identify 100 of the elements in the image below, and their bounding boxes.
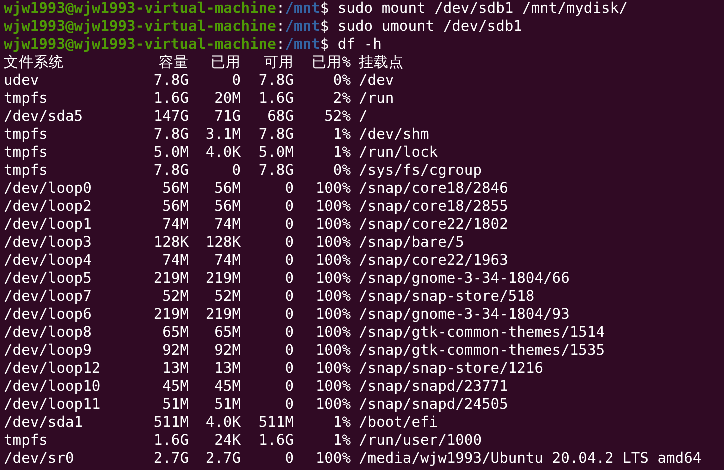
table-cell-text: 1% — [332, 126, 351, 144]
table-cell-text: 5.0M — [152, 144, 189, 162]
table-cell-text: 74M — [162, 216, 189, 234]
table-cell-text: 100% — [314, 378, 351, 396]
table-cell-text: 0 — [284, 216, 294, 234]
column-header: 可用 — [263, 54, 294, 72]
table-cell-text: 2.7G — [204, 450, 241, 468]
table-cell-text: 1.6G — [152, 90, 189, 108]
table-cell-text: /dev/loop10 — [4, 378, 102, 396]
table-cell-text: /snap/snap-store/1216 — [358, 360, 545, 378]
table-cell-text: 24K — [214, 432, 241, 450]
table-cell-text: /snap/gtk-common-themes/1535 — [358, 342, 606, 360]
table-cell-text: 100% — [314, 288, 351, 306]
table-cell-text: 74M — [162, 252, 189, 270]
column-header: 容量 — [158, 54, 189, 72]
table-cell-text: 0 — [231, 162, 241, 180]
table-cell-text: 1% — [332, 432, 351, 450]
table-cell-text: /snap/core22/1802 — [358, 216, 510, 234]
table-cell-text: /run/user/1000 — [358, 432, 484, 450]
table-cell-text: 65M — [214, 324, 241, 342]
table-cell-text: tmpfs — [4, 144, 49, 162]
table-cell-text: 13M — [162, 360, 189, 378]
table-cell-text: /dev/loop1 — [4, 216, 93, 234]
table-cell-text: /dev/loop9 — [4, 342, 93, 360]
table-cell-text: /sys/fs/cgroup — [358, 162, 484, 180]
table-cell-text: 0% — [332, 72, 351, 90]
table-cell-text: /snap/snap-store/518 — [358, 288, 536, 306]
table-cell-text: 4.0K — [204, 144, 241, 162]
table-cell-text: 100% — [314, 180, 351, 198]
command-line: wjw1993@wjw1993-virtual-machine:/mnt$ sudo umount /dev/sdb1 — [4, 18, 524, 36]
table-cell-text: 219M — [204, 306, 241, 324]
table-cell-text: tmpfs — [4, 432, 49, 450]
table-cell-text: 68G — [266, 108, 294, 126]
table-cell-text: 3.1M — [204, 126, 241, 144]
table-cell-text: /snap/gnome-3-34-1804/66 — [358, 270, 571, 288]
table-cell-text: 2% — [332, 90, 351, 108]
table-cell-text: 4.0K — [204, 414, 241, 432]
table-cell-text: 56M — [162, 198, 189, 216]
table-cell-text: 100% — [314, 396, 351, 414]
table-cell-text: 52M — [214, 288, 241, 306]
table-cell-text: /dev/loop0 — [4, 180, 93, 198]
table-cell-text: /dev/loop7 — [4, 288, 93, 306]
table-cell-text: 52M — [162, 288, 189, 306]
table-cell-text: 56M — [214, 180, 241, 198]
table-cell-text: /run/lock — [358, 144, 440, 162]
column-header: 已用 — [210, 54, 241, 72]
table-cell-text: 0 — [284, 180, 294, 198]
table-cell-text: 74M — [214, 216, 241, 234]
table-cell-text: /dev/loop11 — [4, 396, 102, 414]
table-cell-text: 71G — [214, 108, 241, 126]
column-header: 挂载点 — [358, 54, 405, 72]
table-cell-text: /dev/loop6 — [4, 306, 93, 324]
table-cell-text: 0 — [284, 270, 294, 288]
table-cell-text: 7.8G — [258, 162, 294, 180]
table-cell-text: 0 — [284, 360, 294, 378]
table-cell-text: /dev/loop3 — [4, 234, 93, 252]
table-cell-text: 219M — [152, 270, 189, 288]
table-cell-text: 92M — [214, 342, 241, 360]
table-cell-text: tmpfs — [4, 126, 49, 144]
table-cell-text: 128K — [204, 234, 241, 252]
table-cell-text: 65M — [162, 324, 189, 342]
table-cell-text: /dev/shm — [358, 126, 430, 144]
table-cell-text: 0 — [284, 288, 294, 306]
table-cell-text: /media/wjw1993/Ubuntu 20.04.2 LTS amd64 — [358, 450, 703, 468]
table-cell-text: 100% — [314, 324, 351, 342]
table-cell-text: 51M — [214, 396, 241, 414]
table-cell-text: 56M — [162, 180, 189, 198]
table-cell-text: 0 — [284, 234, 294, 252]
table-cell-text: 511M — [152, 414, 189, 432]
table-cell-text: 100% — [314, 234, 351, 252]
table-cell-text: /snap/bare/5 — [358, 234, 466, 252]
table-cell-text: /snap/gnome-3-34-1804/93 — [358, 306, 571, 324]
table-cell-text: 219M — [152, 306, 189, 324]
table-cell-text: / — [358, 108, 369, 126]
table-cell-text: /dev/loop8 — [4, 324, 93, 342]
table-cell-text: 7.8G — [258, 126, 294, 144]
column-header: 已用% — [311, 54, 351, 72]
command-line: wjw1993@wjw1993-virtual-machine:/mnt$ df -h — [4, 36, 383, 54]
table-cell-text: 100% — [314, 306, 351, 324]
table-cell-text: 7.8G — [152, 126, 189, 144]
table-cell-text: 92M — [162, 342, 189, 360]
table-cell-text: 0 — [284, 342, 294, 360]
table-cell-text: 0 — [284, 378, 294, 396]
table-cell-text: 0 — [284, 450, 294, 468]
table-cell-text: 0 — [284, 306, 294, 324]
table-cell-text: /dev/loop2 — [4, 198, 93, 216]
table-cell-text: /snap/core18/2846 — [358, 180, 510, 198]
command-line: wjw1993@wjw1993-virtual-machine:/mnt$ sudo mount /dev/sdb1 /mnt/mydisk/ — [4, 0, 629, 18]
table-cell-text: 1% — [332, 414, 351, 432]
table-cell-text: 100% — [314, 252, 351, 270]
table-cell-text: 100% — [314, 342, 351, 360]
table-cell-text: 7.8G — [258, 72, 294, 90]
table-cell-text: /snap/core22/1963 — [358, 252, 510, 270]
table-cell-text: /dev/sr0 — [4, 450, 76, 468]
table-cell-text: 7.8G — [152, 72, 189, 90]
table-cell-text: 1.6G — [152, 432, 189, 450]
table-cell-text: 0% — [332, 162, 351, 180]
table-cell-text: /snap/gtk-common-themes/1514 — [358, 324, 606, 342]
table-cell-text: 56M — [214, 198, 241, 216]
table-cell-text: 20M — [214, 90, 241, 108]
